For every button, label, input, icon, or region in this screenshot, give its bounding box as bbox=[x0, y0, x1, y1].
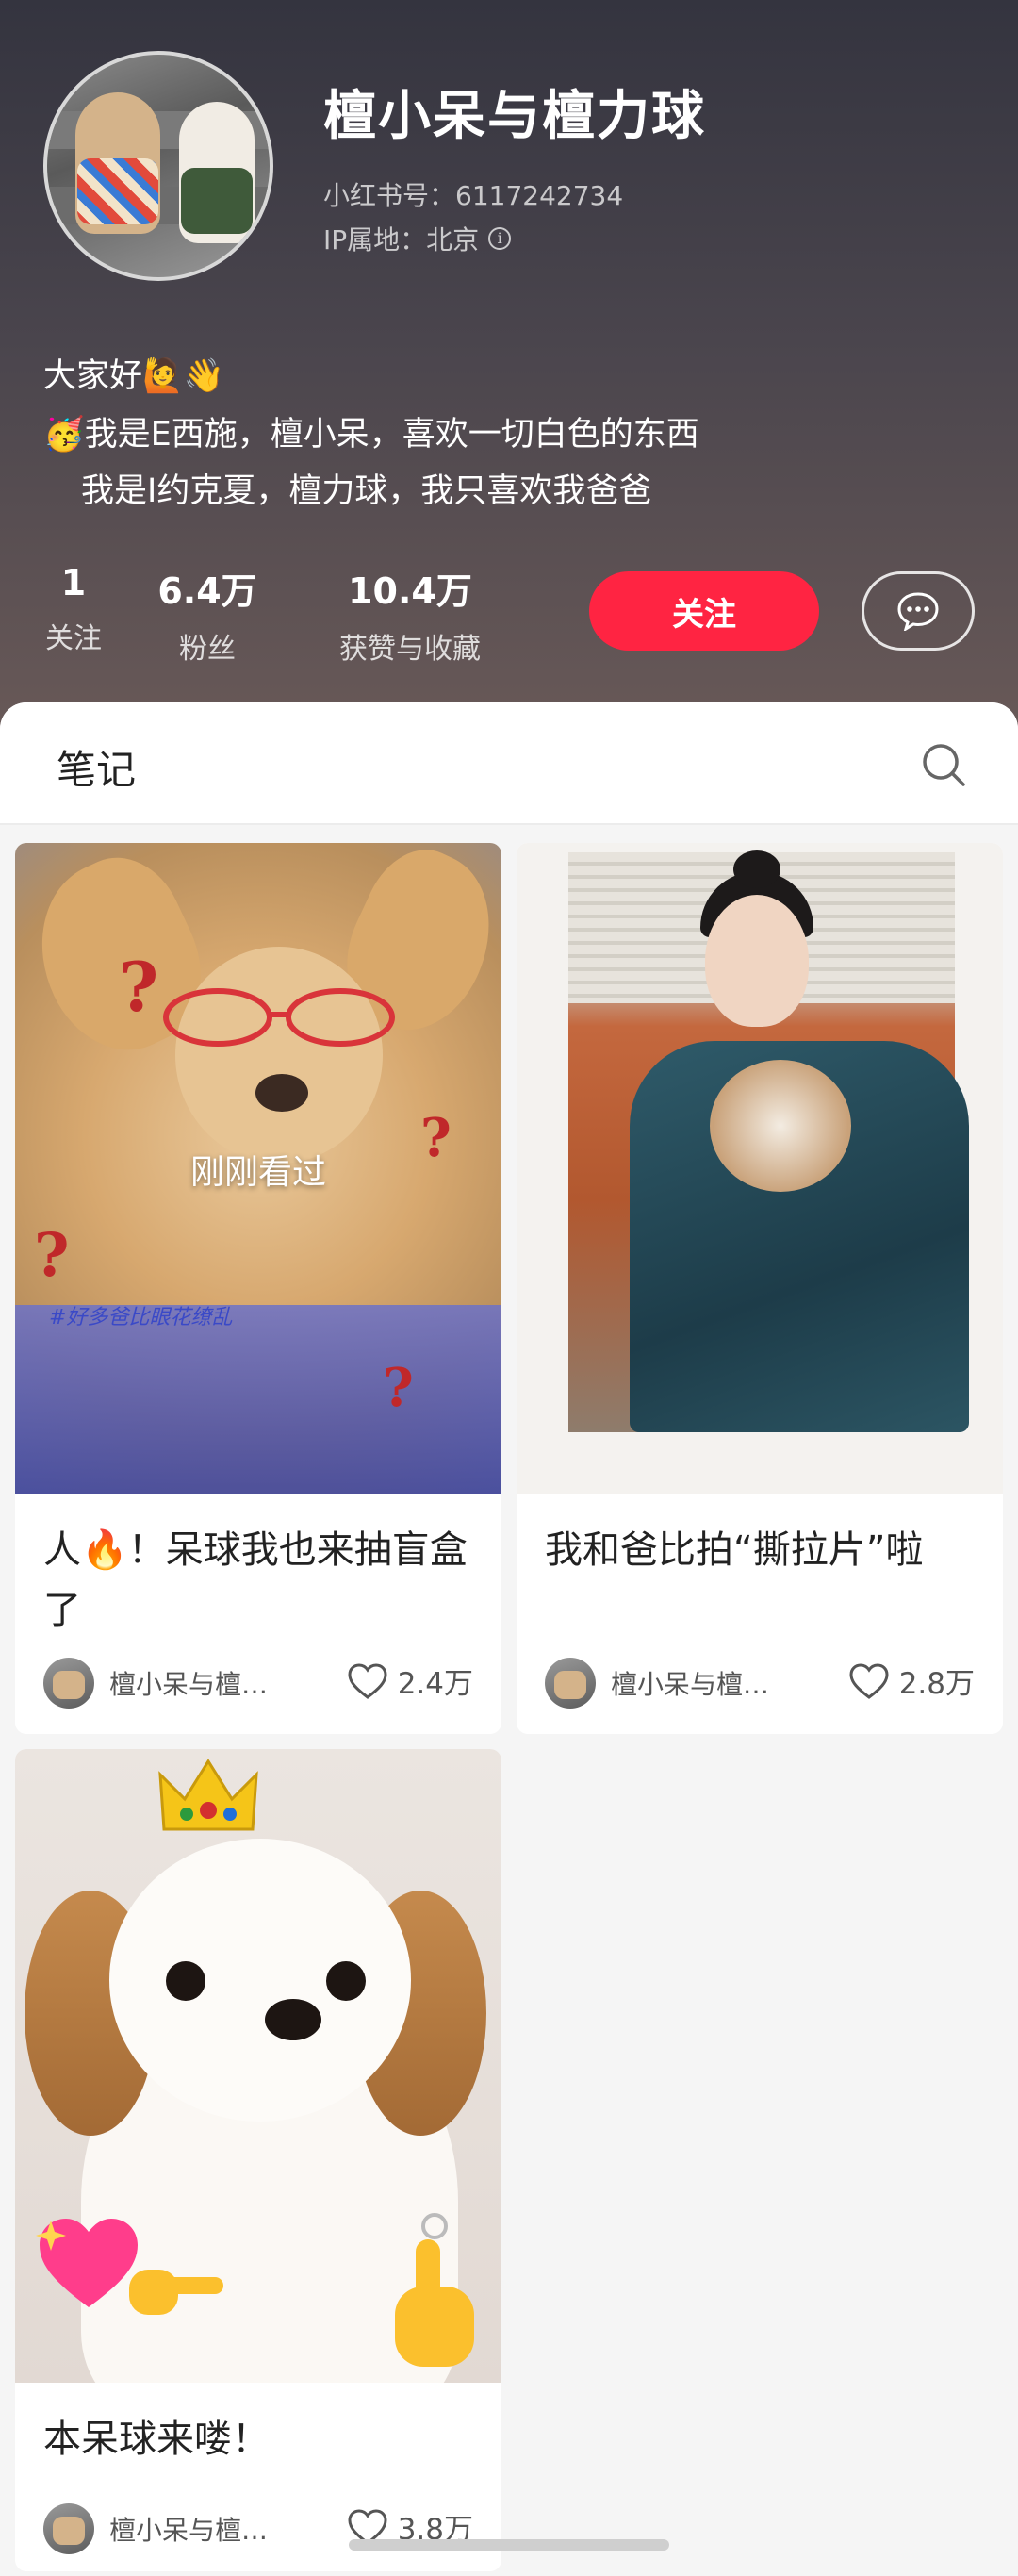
note-title: 我和爸比拍“撕拉片”啦 bbox=[545, 1528, 924, 1572]
note-card[interactable]: ? ? ? ? 刚刚看过 #好多爸比眼花缭乱 人🔥！呆球我也来抽盲盒了 檀小呆与… bbox=[15, 843, 501, 1734]
stat-label: 获赞与收藏 bbox=[339, 633, 481, 666]
tab-notes[interactable]: 笔记 bbox=[57, 738, 136, 796]
author-name: 檀小呆与檀… bbox=[611, 1669, 770, 1700]
man-face bbox=[705, 895, 809, 1027]
dog-nose bbox=[255, 1074, 308, 1112]
question-mark: ? bbox=[119, 947, 159, 1027]
held-dog bbox=[710, 1060, 851, 1192]
message-button[interactable] bbox=[862, 571, 975, 651]
note-title: 本呆球来喽！ bbox=[43, 2418, 270, 2461]
search-icon bbox=[923, 744, 965, 786]
stat-value: 6.4万 bbox=[157, 570, 257, 612]
stat-followers[interactable]: 6.4万 粉丝 bbox=[151, 562, 264, 667]
heart-icon bbox=[849, 1662, 889, 1699]
stat-value: 1 bbox=[60, 562, 87, 603]
message-icon bbox=[897, 592, 939, 631]
question-mark: ? bbox=[383, 1357, 414, 1419]
tab-bar: 笔记 bbox=[0, 702, 1018, 825]
bio-line: 大家好🙋👋 bbox=[43, 357, 225, 395]
note-card[interactable]: 本呆球来喽！ 檀小呆与檀… 3.8万 bbox=[15, 1749, 501, 2571]
note-author[interactable]: 檀小呆与檀… bbox=[43, 1658, 268, 1709]
blanket bbox=[15, 1305, 501, 1494]
recently-viewed-label: 刚刚看过 bbox=[189, 1153, 326, 1192]
red-id: 小红书号：6117242734 bbox=[323, 180, 624, 211]
note-author[interactable]: 檀小呆与檀… bbox=[43, 2503, 268, 2554]
profile-header: 檀小呆与檀力球 小红书号：6117242734 IP属地：北京 i 大家好🙋👋 … bbox=[0, 0, 1018, 754]
ip-location-text: IP属地：北京 bbox=[323, 224, 480, 256]
avatar-dog-shirt bbox=[77, 158, 158, 224]
note-author[interactable]: 檀小呆与檀… bbox=[545, 1658, 769, 1709]
profile-name: 檀小呆与檀力球 bbox=[323, 86, 706, 147]
info-icon[interactable]: i bbox=[488, 227, 512, 250]
author-avatar bbox=[545, 1658, 596, 1709]
dog-nose bbox=[265, 1999, 321, 2040]
bio-line: 我是I约克夏，檀力球，我只喜欢我爸爸 bbox=[81, 472, 652, 510]
notes-panel: 笔记 ? ? ? ? 刚刚看过 #好多爸比眼花缭乱 人🔥！呆球我也来抽盲盒了 檀… bbox=[0, 702, 1018, 2576]
author-avatar bbox=[43, 2503, 94, 2554]
note-cover-image: ? ? ? ? 刚刚看过 #好多爸比眼花缭乱 bbox=[15, 843, 501, 1494]
image-tag-text: #好多爸比眼花缭乱 bbox=[49, 1306, 233, 1329]
dog-face bbox=[109, 1839, 411, 2122]
stat-label: 关注 bbox=[45, 622, 102, 655]
ip-location: IP属地：北京 i bbox=[323, 220, 512, 257]
author-name: 檀小呆与檀… bbox=[109, 1669, 269, 1700]
search-button[interactable] bbox=[919, 740, 968, 789]
dog-eye bbox=[166, 1961, 205, 2001]
like-count: 2.4万 bbox=[397, 1667, 473, 1701]
author-name: 檀小呆与檀… bbox=[109, 2515, 269, 2546]
heart-icon bbox=[348, 1662, 387, 1699]
note-cover-image bbox=[517, 843, 1003, 1494]
like-count: 2.8万 bbox=[898, 1667, 975, 1701]
stat-label: 粉丝 bbox=[179, 633, 236, 666]
avatar-dog-shirt bbox=[181, 168, 253, 234]
note-cover-image bbox=[15, 1749, 501, 2383]
pointing-hand-icon bbox=[129, 2270, 223, 2315]
stat-likes-collections[interactable]: 10.4万 获赞与收藏 bbox=[311, 562, 509, 667]
author-avatar bbox=[43, 1658, 94, 1709]
finger-heart-icon bbox=[395, 2213, 474, 2367]
glasses-graphic bbox=[163, 988, 395, 1047]
like-button[interactable]: 2.4万 bbox=[347, 1660, 473, 1702]
dog-eye bbox=[326, 1961, 366, 2001]
bio-line: 🥳我是E西施，檀小呆，喜欢一切白色的东西 bbox=[43, 416, 699, 454]
note-title: 人🔥！呆球我也来抽盲盒了 bbox=[43, 1528, 468, 1632]
follow-button[interactable]: 关注 bbox=[589, 571, 819, 651]
man-hair-bun bbox=[733, 850, 780, 888]
home-indicator[interactable] bbox=[349, 2539, 669, 2551]
avatar[interactable] bbox=[43, 51, 273, 281]
question-mark: ? bbox=[34, 1220, 70, 1291]
note-card[interactable]: 我和爸比拍“撕拉片”啦 檀小呆与檀… 2.8万 bbox=[517, 843, 1003, 1734]
stat-following[interactable]: 1 关注 bbox=[43, 562, 104, 656]
crown-icon bbox=[158, 1759, 258, 1831]
like-button[interactable]: 2.8万 bbox=[848, 1660, 975, 1702]
dog-face bbox=[175, 947, 383, 1164]
stat-value: 10.4万 bbox=[348, 570, 472, 612]
